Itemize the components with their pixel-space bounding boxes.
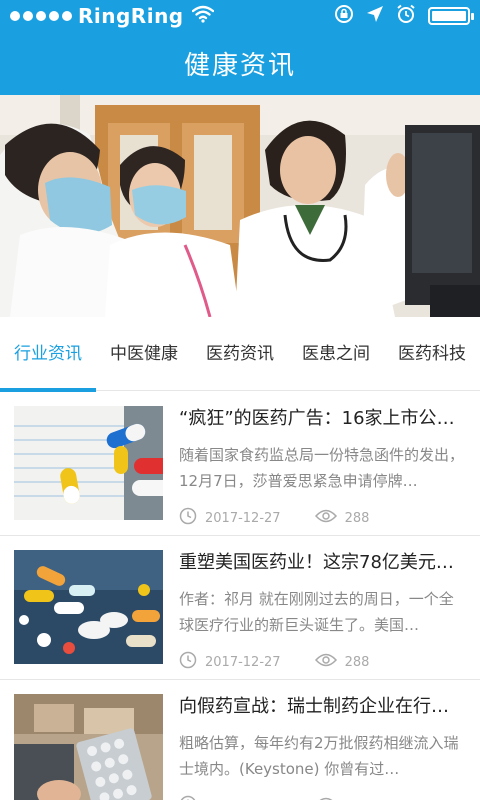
battery-icon: [428, 7, 474, 25]
article-title[interactable]: 重塑美国医药业！这宗78亿美元并购…: [179, 550, 466, 576]
view-count: 288: [344, 510, 370, 526]
article-thumbnail: [14, 406, 163, 520]
list-item[interactable]: “疯狂”的医药广告：16家上市公司去年砸… 随着国家食药监总局一份特急函件的发出…: [0, 392, 480, 536]
location-arrow-icon: [366, 4, 384, 28]
article-thumbnail: [14, 694, 163, 800]
list-item[interactable]: 重塑美国医药业！这宗78亿美元并购… 作者：祁月 就在刚刚过去的周日，一个全球医…: [0, 536, 480, 680]
tab-medicine-news[interactable]: 医药资讯: [192, 317, 288, 391]
article-date: 2017-12-27: [205, 510, 281, 526]
alarm-icon: [396, 4, 416, 29]
clock-icon: [179, 651, 197, 673]
article-date: 2017-12-27: [205, 654, 281, 670]
list-item[interactable]: 向假药宣战：瑞士制药企业在行动… 粗略估算，每年约有2万批假药相继流入瑞士境内。…: [0, 680, 480, 800]
article-summary: 作者：祁月 就在刚刚过去的周日，一个全球医疗行业的新巨头诞生了。美国…: [179, 590, 454, 634]
signal-dots-icon: [10, 11, 72, 21]
article-summary: 随着国家食药监总局一份特急函件的发出，12月7日，莎普爱思紧急申请停牌…: [179, 446, 465, 490]
tab-medical-tech[interactable]: 医药科技: [384, 317, 480, 391]
article-title[interactable]: 向假药宣战：瑞士制药企业在行动…: [179, 694, 466, 720]
tab-doctor-patient[interactable]: 医患之间: [288, 317, 384, 391]
eye-icon: [314, 509, 337, 527]
wifi-icon: [191, 4, 214, 28]
view-count: 288: [344, 654, 370, 670]
eye-icon: [314, 653, 337, 671]
rotation-lock-icon: [334, 4, 354, 29]
article-title[interactable]: “疯狂”的医药广告：16家上市公司去年砸…: [179, 406, 466, 432]
clock-icon: [179, 795, 197, 800]
carrier-name: RingRing: [78, 4, 184, 28]
clock-icon: [179, 507, 197, 529]
article-summary: 粗略估算，每年约有2万批假药相继流入瑞士境内。(Keystone) 你曾有过…: [179, 734, 459, 778]
article-thumbnail: [14, 550, 163, 664]
banner-image[interactable]: [0, 95, 480, 317]
tab-tcm-health[interactable]: 中医健康: [96, 317, 192, 391]
page-title: 健康资讯: [0, 32, 480, 95]
category-tabs: 行业资讯 中医健康 医药资讯 医患之间 医药科技: [0, 317, 480, 392]
tab-industry-news[interactable]: 行业资讯: [0, 317, 96, 392]
status-bar: RingRing: [0, 0, 480, 32]
article-list: “疯狂”的医药广告：16家上市公司去年砸… 随着国家食药监总局一份特急函件的发出…: [0, 392, 480, 800]
